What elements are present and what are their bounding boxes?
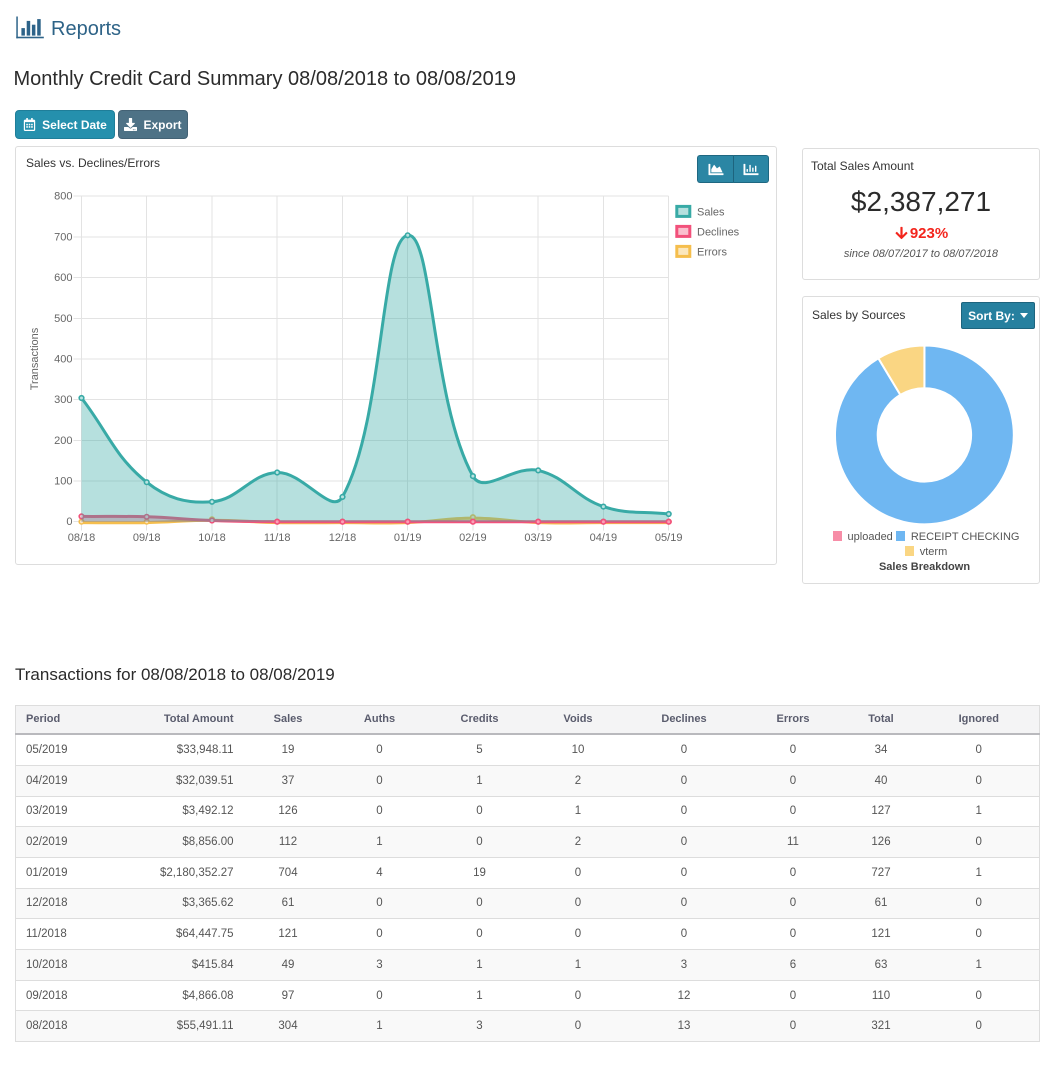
svg-text:05/19: 05/19 [655, 532, 683, 544]
svg-text:400: 400 [54, 354, 72, 366]
svg-text:700: 700 [54, 231, 72, 243]
svg-text:03/19: 03/19 [524, 532, 552, 544]
svg-text:Sales: Sales [697, 206, 725, 218]
svg-text:09/18: 09/18 [133, 532, 161, 544]
svg-text:01/19: 01/19 [394, 532, 422, 544]
svg-text:Declines: Declines [697, 226, 740, 238]
svg-text:200: 200 [54, 435, 72, 447]
svg-text:500: 500 [54, 313, 72, 325]
svg-text:10/18: 10/18 [198, 532, 226, 544]
svg-text:800: 800 [54, 191, 72, 203]
svg-text:08/18: 08/18 [68, 532, 96, 544]
svg-text:12/18: 12/18 [329, 532, 357, 544]
svg-text:600: 600 [54, 272, 72, 284]
svg-text:0: 0 [66, 516, 72, 528]
svg-text:04/19: 04/19 [590, 532, 618, 544]
svg-text:11/18: 11/18 [264, 532, 291, 544]
svg-text:02/19: 02/19 [459, 532, 487, 544]
svg-text:Transactions: Transactions [29, 327, 41, 390]
svg-text:100: 100 [54, 476, 72, 488]
svg-text:Errors: Errors [697, 246, 727, 258]
svg-text:300: 300 [54, 394, 72, 406]
